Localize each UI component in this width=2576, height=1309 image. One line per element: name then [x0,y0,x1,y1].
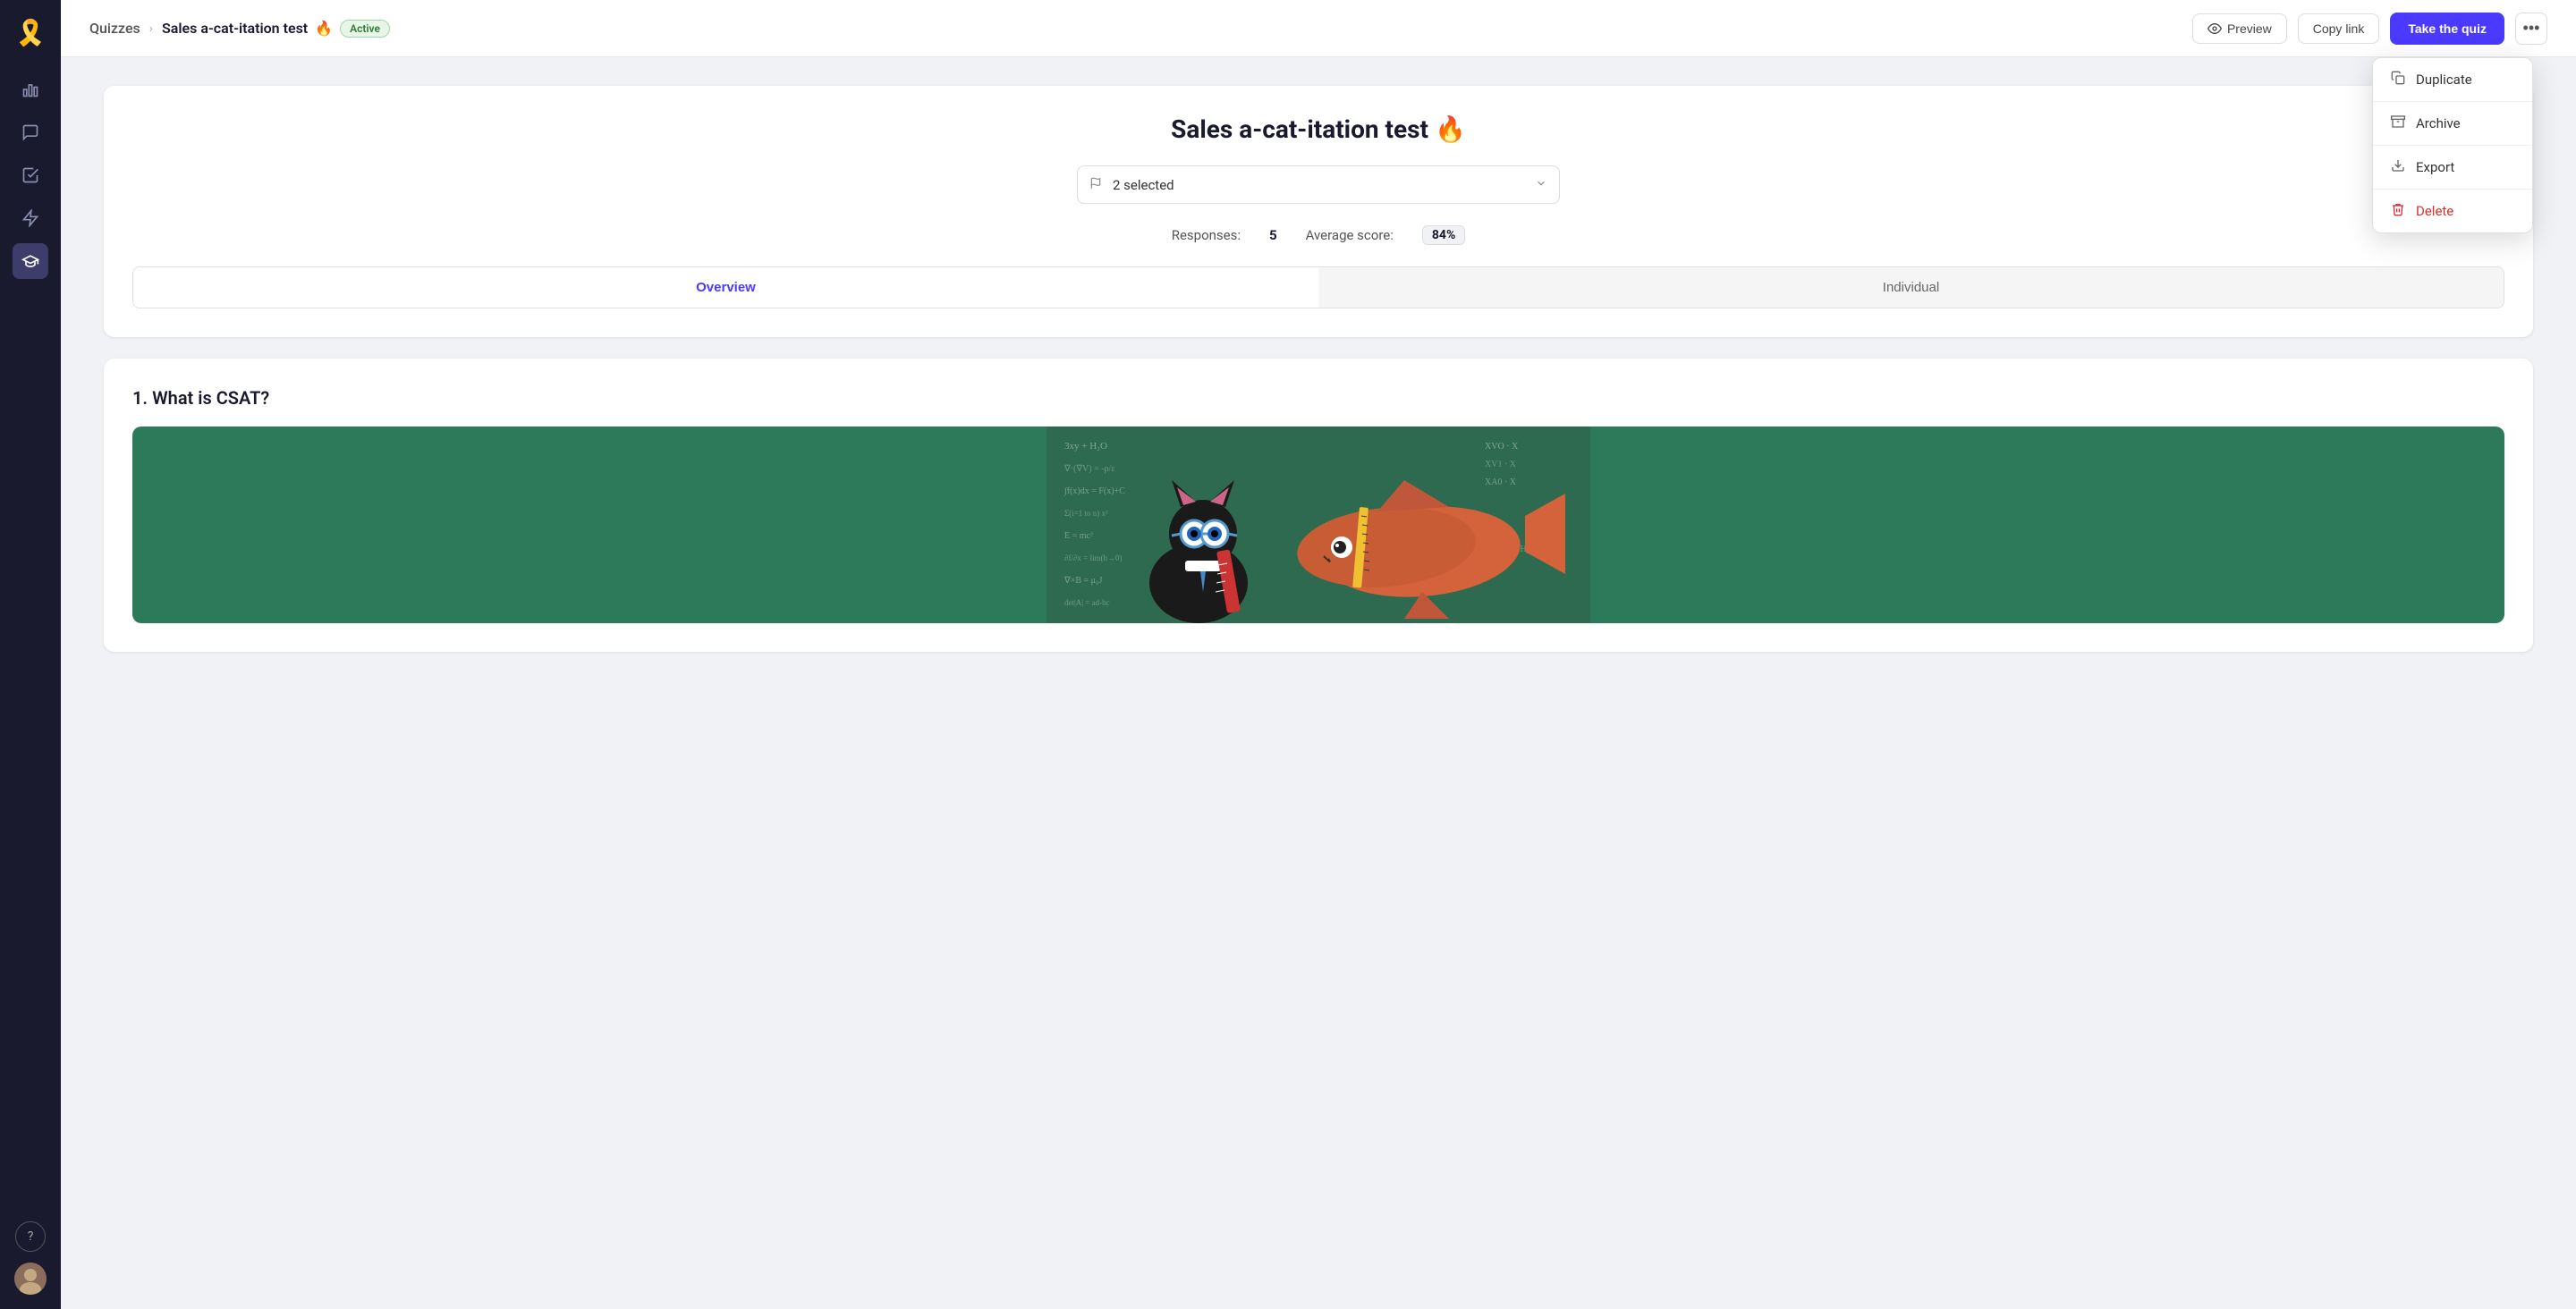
svg-text:XA0 · X: XA0 · X [1485,477,1517,487]
quiz-title-header: Sales a-cat-itation test [162,20,308,37]
header: Quizzes › Sales a-cat-itation test 🔥 Act… [61,0,2576,57]
question-number: 1. [132,387,148,409]
archive-icon [2391,114,2405,132]
logo-icon: 🎗️ [15,18,47,47]
export-label: Export [2416,159,2454,175]
breadcrumb: Quizzes › Sales a-cat-itation test 🔥 Act… [89,20,390,38]
quiz-card-title: Sales a-cat-itation test 🔥 [132,114,2504,144]
dropdown-menu: Duplicate Archive Export Delete [2372,57,2533,233]
more-button[interactable]: ••• [2515,13,2547,45]
breadcrumb-current: Sales a-cat-itation test 🔥 Active [162,20,390,38]
svg-text:∇·(∇V) = -ρ/ε: ∇·(∇V) = -ρ/ε [1063,464,1115,474]
content-area: Sales a-cat-itation test 🔥 2 selected 2 … [61,57,2576,1309]
logo: 🎗️ [13,14,48,50]
question-card: 1. What is CSAT? 3xy + H₂O ∇·(∇V) = -ρ/ε… [104,359,2533,652]
avg-score-value: 84% [1422,225,1465,245]
preview-button[interactable]: Preview [2192,13,2287,44]
question-title: 1. What is CSAT? [132,387,2504,409]
stats-row: Responses: 5 Average score: 84% [132,225,2504,245]
svg-text:XVO · X: XVO · X [1485,442,1519,452]
svg-text:∫f(x)dx = F(x)+C: ∫f(x)dx = F(x)+C [1063,486,1125,496]
header-actions: Preview Copy link Take the quiz ••• [2192,13,2547,45]
chalkboard-svg: 3xy + H₂O ∇·(∇V) = -ρ/ε ∫f(x)dx = F(x)+C… [132,426,2504,623]
delete-label: Delete [2416,203,2453,219]
quiz-emoji-header: 🔥 [315,20,333,37]
responses-label: Responses: [1172,227,1241,243]
status-badge: Active [340,20,390,38]
tabs-row: Overview Individual [132,266,2504,308]
dropdown-delete[interactable]: Delete [2373,190,2532,232]
preview-label: Preview [2227,21,2272,36]
breadcrumb-separator: › [149,21,153,36]
duplicate-icon [2391,71,2405,89]
responses-value: 5 [1269,227,1277,243]
svg-text:XV1 · X: XV1 · X [1485,460,1517,469]
copy-link-button[interactable]: Copy link [2298,13,2380,44]
eye-icon [2207,21,2222,36]
more-icon: ••• [2523,19,2540,38]
avg-score-label: Average score: [1306,227,1394,243]
main-area: Quizzes › Sales a-cat-itation test 🔥 Act… [61,0,2576,1309]
dropdown-export[interactable]: Export [2373,146,2532,189]
svg-text:∂f/∂x = lim(h→0): ∂f/∂x = lim(h→0) [1064,553,1122,562]
svg-text:Σ(i=1 to n) x²: Σ(i=1 to n) x² [1064,509,1108,518]
question-text: What is CSAT? [152,387,269,409]
duplicate-label: Duplicate [2416,72,2472,88]
dropdown-archive[interactable]: Archive [2373,102,2532,145]
question-image: 3xy + H₂O ∇·(∇V) = -ρ/ε ∫f(x)dx = F(x)+C… [132,426,2504,623]
sidebar-item-tasks[interactable] [13,157,48,193]
dropdown-duplicate[interactable]: Duplicate [2373,58,2532,101]
copy-link-label: Copy link [2313,21,2365,36]
export-icon [2391,158,2405,176]
tab-overview[interactable]: Overview [133,267,1318,308]
svg-text:∇×B = μ₀J: ∇×B = μ₀J [1063,576,1102,586]
svg-text:3xy + H₂O: 3xy + H₂O [1064,441,1107,452]
filter-select-wrapper: 2 selected 2 selected [1077,165,1560,204]
filter-select[interactable]: 2 selected [1077,165,1560,204]
sidebar-item-lightning[interactable] [13,200,48,236]
sidebar-item-chat[interactable] [13,114,48,150]
svg-text:E = mc²: E = mc² [1064,531,1093,541]
breadcrumb-quizzes[interactable]: Quizzes [89,20,140,37]
take-quiz-button[interactable]: Take the quiz [2390,13,2504,45]
take-quiz-label: Take the quiz [2408,21,2487,36]
filter-flag-icon [1089,177,1102,193]
sidebar-item-learn[interactable] [13,243,48,279]
archive-label: Archive [2416,115,2461,131]
quiz-summary-card: Sales a-cat-itation test 🔥 2 selected 2 … [104,86,2533,337]
sidebar: 🎗️ ? [0,0,61,1309]
sidebar-item-help[interactable]: ? [15,1221,46,1252]
avatar[interactable] [14,1263,47,1295]
sidebar-item-analytics[interactable] [13,72,48,107]
tab-individual[interactable]: Individual [1318,267,2504,308]
delete-icon [2391,202,2405,220]
svg-text:det|A| = ad-bc: det|A| = ad-bc [1064,598,1110,607]
